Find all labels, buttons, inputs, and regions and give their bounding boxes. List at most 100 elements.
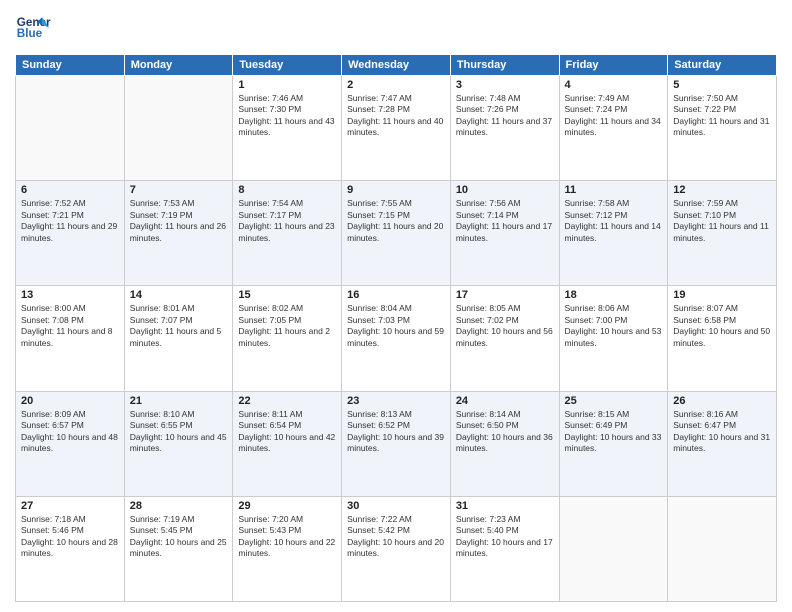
calendar-cell: 14 Sunrise: 8:01 AM Sunset: 7:07 PM Dayli… xyxy=(124,286,233,391)
day-number: 5 xyxy=(673,79,771,91)
day-info: Sunrise: 7:58 AM Sunset: 7:12 PM Dayligh… xyxy=(565,198,663,244)
calendar-cell: 19 Sunrise: 8:07 AM Sunset: 6:58 PM Dayli… xyxy=(668,286,777,391)
weekday-header: Sunday xyxy=(16,55,125,76)
day-number: 12 xyxy=(673,184,771,196)
calendar-cell: 1Sunrise: 7:46 AM Sunset: 7:30 PM Daylig… xyxy=(233,76,342,181)
day-info: Sunrise: 7:59 AM Sunset: 7:10 PM Dayligh… xyxy=(673,198,771,244)
day-number: 28 xyxy=(130,500,228,512)
calendar-cell: 23Sunrise: 8:13 AM Sunset: 6:52 PM Dayli… xyxy=(342,391,451,496)
calendar-cell: 12 Sunrise: 7:59 AM Sunset: 7:10 PM Dayli… xyxy=(668,181,777,286)
day-number: 2 xyxy=(347,79,445,91)
calendar-cell xyxy=(668,496,777,601)
calendar-cell: 29 Sunrise: 7:20 AM Sunset: 5:43 PM Dayli… xyxy=(233,496,342,601)
weekday-header: Friday xyxy=(559,55,668,76)
calendar-cell xyxy=(124,76,233,181)
day-info: Sunrise: 7:48 AM Sunset: 7:26 PM Dayligh… xyxy=(456,93,554,139)
day-number: 13 xyxy=(21,289,119,301)
day-info: Sunrise: 7:47 AM Sunset: 7:28 PM Dayligh… xyxy=(347,93,445,139)
day-info: Sunrise: 8:06 AM Sunset: 7:00 PM Dayligh… xyxy=(565,303,663,349)
calendar: SundayMondayTuesdayWednesdayThursdayFrid… xyxy=(15,54,777,602)
day-info: Sunrise: 8:09 AM Sunset: 6:57 PM Dayligh… xyxy=(21,409,119,455)
day-info: Sunrise: 8:14 AM Sunset: 6:50 PM Dayligh… xyxy=(456,409,554,455)
calendar-cell: 7Sunrise: 7:53 AM Sunset: 7:19 PM Daylig… xyxy=(124,181,233,286)
svg-text:Blue: Blue xyxy=(17,27,43,40)
logo-icon: General Blue xyxy=(15,10,51,46)
weekday-header: Wednesday xyxy=(342,55,451,76)
calendar-cell: 13Sunrise: 8:00 AM Sunset: 7:08 PM Dayli… xyxy=(16,286,125,391)
calendar-week-row: 1Sunrise: 7:46 AM Sunset: 7:30 PM Daylig… xyxy=(16,76,777,181)
day-info: Sunrise: 8:05 AM Sunset: 7:02 PM Dayligh… xyxy=(456,303,554,349)
day-number: 25 xyxy=(565,395,663,407)
day-number: 31 xyxy=(456,500,554,512)
day-number: 27 xyxy=(21,500,119,512)
calendar-cell: 5 Sunrise: 7:50 AM Sunset: 7:22 PM Daylig… xyxy=(668,76,777,181)
day-info: Sunrise: 7:49 AM Sunset: 7:24 PM Dayligh… xyxy=(565,93,663,139)
day-number: 19 xyxy=(673,289,771,301)
calendar-cell: 18 Sunrise: 8:06 AM Sunset: 7:00 PM Dayli… xyxy=(559,286,668,391)
calendar-cell xyxy=(16,76,125,181)
calendar-cell: 25 Sunrise: 8:15 AM Sunset: 6:49 PM Dayli… xyxy=(559,391,668,496)
day-info: Sunrise: 7:22 AM Sunset: 5:42 PM Dayligh… xyxy=(347,514,445,560)
calendar-week-row: 27 Sunrise: 7:18 AM Sunset: 5:46 PM Dayli… xyxy=(16,496,777,601)
day-info: Sunrise: 7:23 AM Sunset: 5:40 PM Dayligh… xyxy=(456,514,554,560)
calendar-cell: 27 Sunrise: 7:18 AM Sunset: 5:46 PM Dayli… xyxy=(16,496,125,601)
weekday-header: Monday xyxy=(124,55,233,76)
day-info: Sunrise: 8:04 AM Sunset: 7:03 PM Dayligh… xyxy=(347,303,445,349)
day-info: Sunrise: 7:18 AM Sunset: 5:46 PM Dayligh… xyxy=(21,514,119,560)
day-number: 15 xyxy=(238,289,336,301)
calendar-cell: 22 Sunrise: 8:11 AM Sunset: 6:54 PM Dayli… xyxy=(233,391,342,496)
calendar-cell: 8Sunrise: 7:54 AM Sunset: 7:17 PM Daylig… xyxy=(233,181,342,286)
weekday-header: Thursday xyxy=(450,55,559,76)
calendar-cell: 28 Sunrise: 7:19 AM Sunset: 5:45 PM Dayli… xyxy=(124,496,233,601)
calendar-cell: 31 Sunrise: 7:23 AM Sunset: 5:40 PM Dayli… xyxy=(450,496,559,601)
day-number: 23 xyxy=(347,395,445,407)
day-number: 9 xyxy=(347,184,445,196)
day-info: Sunrise: 8:01 AM Sunset: 7:07 PM Dayligh… xyxy=(130,303,228,349)
calendar-cell: 2 Sunrise: 7:47 AM Sunset: 7:28 PM Daylig… xyxy=(342,76,451,181)
weekday-header-row: SundayMondayTuesdayWednesdayThursdayFrid… xyxy=(16,55,777,76)
day-info: Sunrise: 7:19 AM Sunset: 5:45 PM Dayligh… xyxy=(130,514,228,560)
day-number: 4 xyxy=(565,79,663,91)
day-info: Sunrise: 7:50 AM Sunset: 7:22 PM Dayligh… xyxy=(673,93,771,139)
calendar-cell: 30 Sunrise: 7:22 AM Sunset: 5:42 PM Dayli… xyxy=(342,496,451,601)
day-number: 7 xyxy=(130,184,228,196)
logo: General Blue xyxy=(15,10,51,46)
day-info: Sunrise: 8:15 AM Sunset: 6:49 PM Dayligh… xyxy=(565,409,663,455)
day-info: Sunrise: 7:54 AM Sunset: 7:17 PM Dayligh… xyxy=(238,198,336,244)
weekday-header: Tuesday xyxy=(233,55,342,76)
day-info: Sunrise: 7:20 AM Sunset: 5:43 PM Dayligh… xyxy=(238,514,336,560)
calendar-week-row: 6Sunrise: 7:52 AM Sunset: 7:21 PM Daylig… xyxy=(16,181,777,286)
day-number: 30 xyxy=(347,500,445,512)
calendar-week-row: 13Sunrise: 8:00 AM Sunset: 7:08 PM Dayli… xyxy=(16,286,777,391)
day-number: 17 xyxy=(456,289,554,301)
calendar-cell: 16 Sunrise: 8:04 AM Sunset: 7:03 PM Dayli… xyxy=(342,286,451,391)
day-info: Sunrise: 8:11 AM Sunset: 6:54 PM Dayligh… xyxy=(238,409,336,455)
day-info: Sunrise: 8:16 AM Sunset: 6:47 PM Dayligh… xyxy=(673,409,771,455)
day-info: Sunrise: 8:07 AM Sunset: 6:58 PM Dayligh… xyxy=(673,303,771,349)
day-info: Sunrise: 8:10 AM Sunset: 6:55 PM Dayligh… xyxy=(130,409,228,455)
day-number: 22 xyxy=(238,395,336,407)
day-info: Sunrise: 8:02 AM Sunset: 7:05 PM Dayligh… xyxy=(238,303,336,349)
day-number: 3 xyxy=(456,79,554,91)
calendar-cell: 24Sunrise: 8:14 AM Sunset: 6:50 PM Dayli… xyxy=(450,391,559,496)
calendar-cell: 6Sunrise: 7:52 AM Sunset: 7:21 PM Daylig… xyxy=(16,181,125,286)
day-number: 29 xyxy=(238,500,336,512)
day-number: 20 xyxy=(21,395,119,407)
weekday-header: Saturday xyxy=(668,55,777,76)
header: General Blue xyxy=(15,10,777,46)
day-number: 14 xyxy=(130,289,228,301)
calendar-cell: 15 Sunrise: 8:02 AM Sunset: 7:05 PM Dayli… xyxy=(233,286,342,391)
calendar-cell: 21 Sunrise: 8:10 AM Sunset: 6:55 PM Dayli… xyxy=(124,391,233,496)
day-info: Sunrise: 7:56 AM Sunset: 7:14 PM Dayligh… xyxy=(456,198,554,244)
day-number: 21 xyxy=(130,395,228,407)
calendar-cell: 26Sunrise: 8:16 AM Sunset: 6:47 PM Dayli… xyxy=(668,391,777,496)
calendar-cell: 4 Sunrise: 7:49 AM Sunset: 7:24 PM Daylig… xyxy=(559,76,668,181)
calendar-cell: 3 Sunrise: 7:48 AM Sunset: 7:26 PM Daylig… xyxy=(450,76,559,181)
day-number: 16 xyxy=(347,289,445,301)
day-number: 6 xyxy=(21,184,119,196)
day-number: 18 xyxy=(565,289,663,301)
day-info: Sunrise: 7:55 AM Sunset: 7:15 PM Dayligh… xyxy=(347,198,445,244)
calendar-cell: 9 Sunrise: 7:55 AM Sunset: 7:15 PM Daylig… xyxy=(342,181,451,286)
page: General Blue SundayMondayTuesdayWednesda… xyxy=(0,0,792,612)
calendar-cell: 11Sunrise: 7:58 AM Sunset: 7:12 PM Dayli… xyxy=(559,181,668,286)
